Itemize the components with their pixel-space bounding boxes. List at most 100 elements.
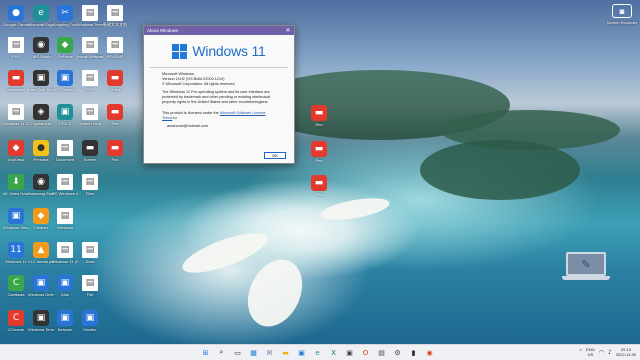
desktop-icon-label: PC Windows Apps — [52, 191, 78, 196]
speaker-icon[interactable]: ♪ — [608, 349, 612, 356]
desktop-icon[interactable]: ▣ Windows Setup — [3, 208, 29, 238]
desktop-icon-label: Docs — [85, 259, 95, 264]
excel-icon[interactable]: X — [328, 347, 339, 358]
app-icon: ▤ — [82, 275, 98, 291]
desktop-icon[interactable]: ▤Windows 11 (Wallp) — [52, 242, 78, 272]
desktop-icon[interactable]: ▤ Search Help — [77, 104, 103, 134]
desktop-icon-label: 4K Video Downloader — [3, 191, 29, 196]
close-icon[interactable]: ✕ — [282, 26, 294, 35]
app-icon: ▬ — [82, 140, 98, 156]
desktop-icon[interactable]: ● Google Chrome — [3, 5, 29, 35]
desktop-icon[interactable]: ▬ Rec — [306, 105, 332, 135]
app-icon[interactable]: ▣ — [344, 347, 355, 358]
desktop-icon[interactable]: ▬ Screen — [77, 140, 103, 170]
notes-icon[interactable]: ▤ — [376, 347, 387, 358]
widgets-icon[interactable]: ▦ — [248, 347, 259, 358]
language-indicator[interactable]: ENG US — [586, 347, 595, 357]
app-icon: ▣ — [57, 310, 73, 326]
desktop-icon[interactable]: ▤ Docs — [77, 242, 103, 272]
desktop-icon[interactable]: ▣ Network — [52, 310, 78, 340]
desktop-icon-label: Document — [55, 157, 75, 162]
desktop-icon[interactable]: ▲VLC media player — [28, 242, 54, 272]
windows-logo-row: Windows 11 — [144, 43, 294, 59]
desktop-icon[interactable]: C Camtasia — [3, 275, 29, 305]
desktop-icon[interactable]: ▬ download — [3, 70, 29, 100]
office-icon[interactable]: O — [360, 347, 371, 358]
desktop-icon[interactable]: ▣ TV Server — [52, 70, 78, 100]
desktop-icon[interactable]: ▤Windows Terminal — [77, 5, 103, 35]
desktop-icon[interactable]: ▣ Monitor — [77, 310, 103, 340]
file-explorer-icon[interactable]: ▬ — [280, 347, 291, 358]
desktop-icon[interactable]: ▬ Video — [102, 70, 128, 100]
desktop-icon-label: Windows Terminal — [28, 327, 54, 332]
laptop-screen: ✎ — [566, 252, 606, 276]
desktop-icon[interactable]: ▤ 新建文本文档 — [102, 5, 128, 35]
desktop-icon[interactable]: ▤ PDF — [77, 70, 103, 100]
desktop-icon[interactable]: ▤Windows 11 22H2 Upgrade — [3, 104, 29, 134]
desktop-icon[interactable]: ▤ File — [77, 275, 103, 305]
app-icon: e — [33, 5, 49, 21]
desktop-icon[interactable]: ◉Samsung Studio — [28, 174, 54, 204]
camera-icon[interactable]: ◙ — [612, 4, 632, 18]
desktop-icon-label: TV Server — [55, 87, 74, 92]
wifi-icon[interactable]: ◠ — [599, 349, 604, 356]
desktop-icon[interactable]: e Microsoft Edge — [28, 5, 54, 35]
desktop-icon-label: GeForce — [57, 54, 73, 59]
desktop-icon[interactable]: ▣Hard Disk Sentinel — [28, 70, 54, 100]
desktop-icon[interactable]: ◆ Cleaner — [28, 208, 54, 238]
desktop-icon-label: VLC media player — [28, 259, 54, 264]
chat-icon[interactable]: ✉ — [264, 347, 275, 358]
desktop-icon[interactable]: ▬ Rec — [306, 141, 332, 171]
recorder-icon[interactable]: ◉ — [424, 347, 435, 358]
dialog-title: About Windows — [147, 28, 179, 33]
desktop-icon[interactable]: ▬ Rec — [306, 175, 332, 205]
desktop-icon[interactable]: ◉ OBS Studio — [28, 37, 54, 67]
desktop-icon[interactable]: ▣ CPU-Z — [52, 104, 78, 134]
app-icon: ▤ — [8, 37, 24, 53]
laptop-icon[interactable]: ✎ — [562, 252, 610, 286]
desktop-icon[interactable]: ▤ Document — [52, 140, 78, 170]
license-suffix: to: — [172, 116, 178, 120]
terminal-icon[interactable]: ▮ — [408, 347, 419, 358]
desktop-icon[interactable]: ● Persona — [28, 140, 54, 170]
task-view-icon[interactable]: ▭ — [232, 347, 243, 358]
desktop-icon[interactable]: ✂ Snipping Tool — [52, 5, 78, 35]
video-file-icon: ▬ — [311, 105, 327, 121]
app-icon: ▤ — [82, 5, 98, 21]
desktop-icon[interactable]: ▤PC Windows Apps — [52, 174, 78, 204]
desktop-icon[interactable]: ◆ AnyDesk — [3, 140, 29, 170]
desktop-icon[interactable]: ▣Windows Terminal — [28, 310, 54, 340]
desktop-icon[interactable]: ◆ GeForce — [52, 37, 78, 67]
desktop-icon-label: Persona — [33, 157, 49, 162]
edge-icon[interactable]: e — [312, 347, 323, 358]
clock[interactable]: 20:13 2022-11-30 — [616, 347, 636, 357]
desktop-icon-label: Rec — [111, 157, 119, 162]
app-icon: ▬ — [107, 104, 123, 120]
desktop-icon[interactable]: ▤ README — [102, 37, 128, 67]
dialog-titlebar[interactable]: About Windows ✕ — [144, 26, 294, 35]
settings-icon[interactable]: ⚙ — [392, 347, 403, 358]
desktop-icon[interactable]: ▤ PDF — [3, 37, 29, 67]
desktop-icon[interactable]: 11 Windows 11 — [3, 242, 29, 272]
desktop-icon-label: Google Chrome — [3, 22, 29, 27]
desktop-icon[interactable]: ▣Windows Defender — [28, 275, 54, 305]
desktop-icon[interactable]: ▤ Files — [77, 174, 103, 204]
store-icon[interactable]: ▣ — [296, 347, 307, 358]
desktop-icon[interactable]: ⬇4K Video Downloader — [3, 174, 29, 204]
desktop-icon[interactable]: ▤ Windows — [52, 208, 78, 238]
start-icon[interactable]: ⊞ — [200, 347, 211, 358]
wallpaper-island — [420, 140, 580, 200]
windows-logo-icon — [172, 43, 188, 59]
app-icon: ▣ — [8, 208, 24, 224]
desktop-icon[interactable]: ▬ Rec — [102, 140, 128, 170]
search-icon[interactable]: ⌕ — [216, 347, 227, 358]
chevron-up-icon[interactable]: ˄ — [579, 349, 582, 356]
app-icon: ● — [8, 5, 24, 21]
desktop-icon[interactable]: C CCleaner — [3, 310, 29, 340]
desktop-icon-label: Video — [109, 87, 121, 92]
desktop-icon[interactable]: ◈ CrystalDisk — [28, 104, 54, 134]
ok-button[interactable]: OK — [264, 152, 286, 159]
desktop-icon[interactable]: ▬ Rec — [102, 104, 128, 134]
desktop-icon[interactable]: ▣ Disk — [52, 275, 78, 305]
desktop-icon[interactable]: ▤ Install Software — [77, 37, 103, 67]
